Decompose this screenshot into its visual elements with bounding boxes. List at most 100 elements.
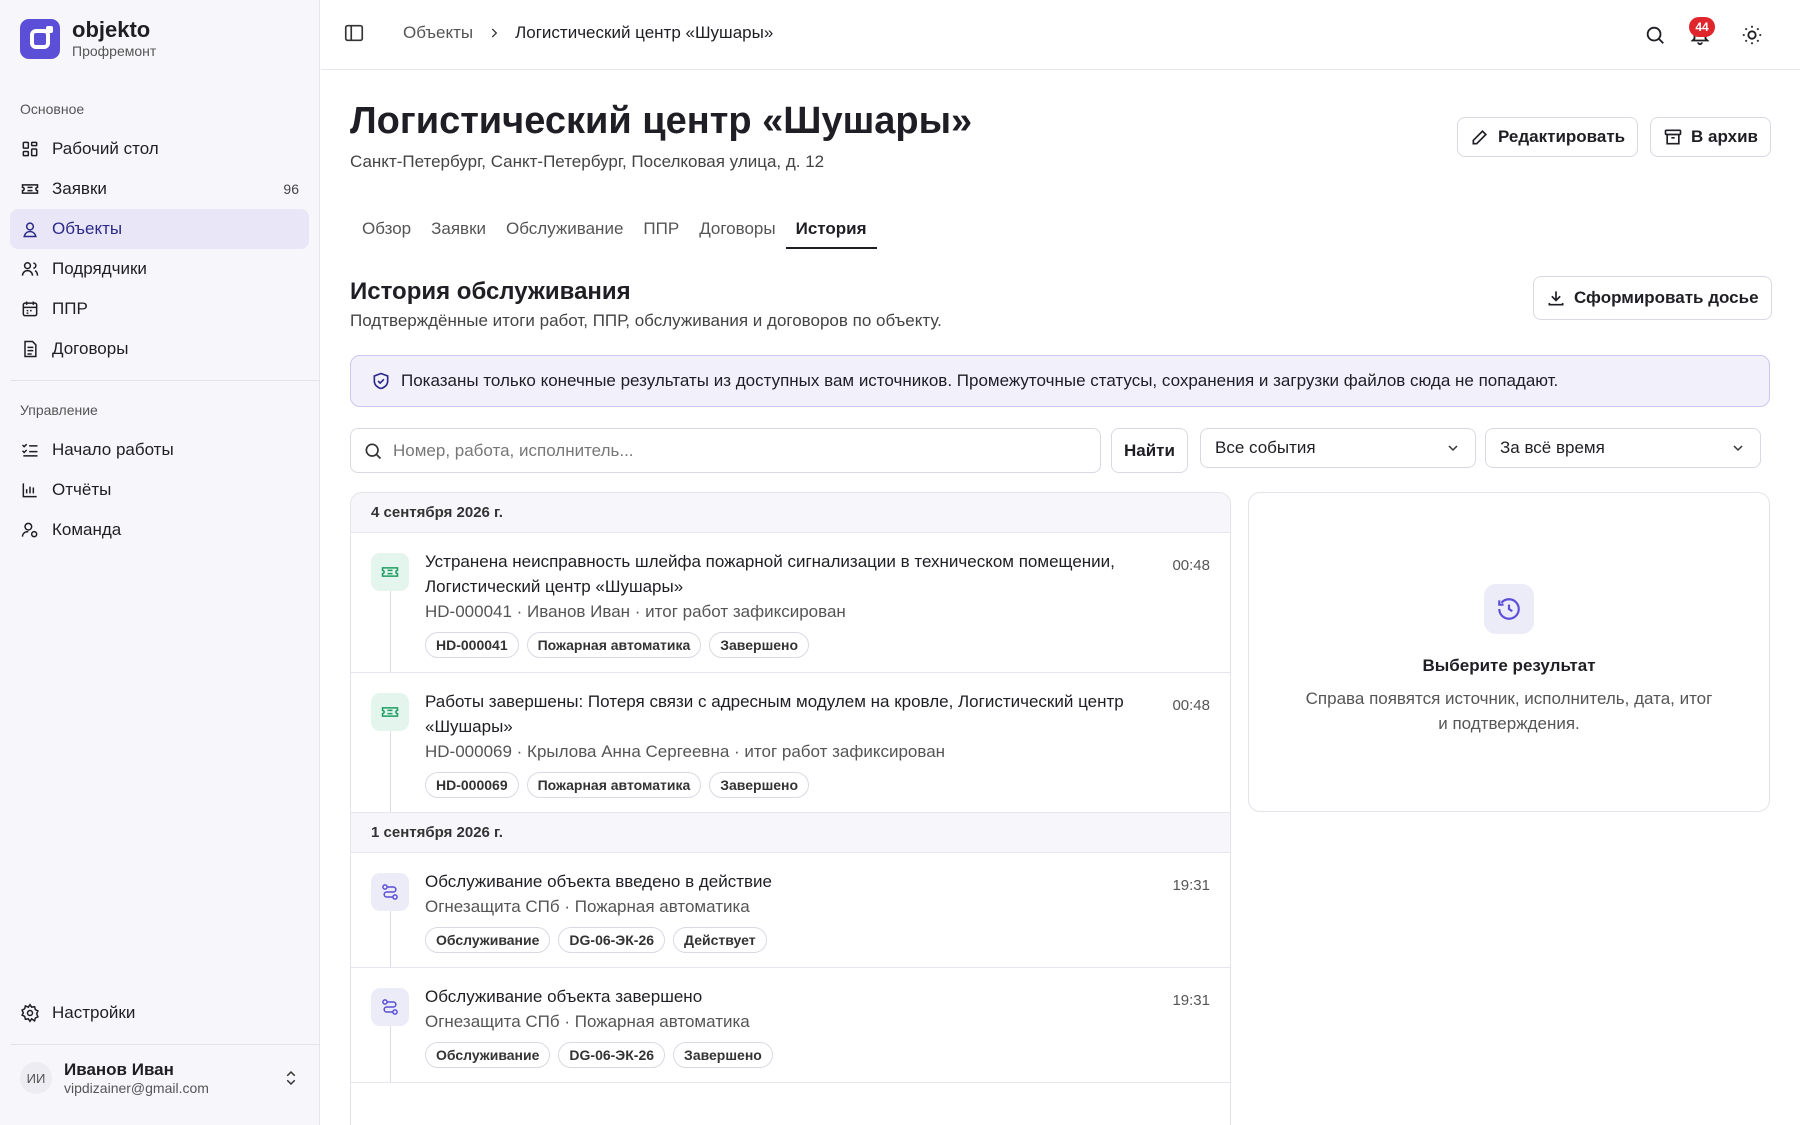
search-input[interactable] [393,440,1073,461]
archive-button-label: В архив [1691,127,1758,146]
ticket-icon [371,693,409,731]
item-time: 19:31 [1172,877,1210,894]
dossier-button[interactable]: Сформировать досье [1533,276,1772,320]
timeline-line [390,1026,391,1082]
document-icon [24,340,37,358]
sidebar-item-label: Рабочий стол [52,139,159,158]
sidebar-item-3[interactable]: Команда [10,510,309,550]
timeline-line [390,911,391,967]
tag-chip: Обслуживание [425,927,551,953]
item-title: Обслуживание объекта завершено [425,987,703,1006]
tag-list: Обслуживание DG-06-ЭК-26 Действует [425,927,1210,953]
notice-text: Показаны только конечные результаты из д… [401,371,1559,390]
breadcrumb-current: Логистический центр «Шушары» [515,23,774,42]
chevron-updown-icon [286,1070,296,1086]
history-item[interactable]: Работы завершены: Потеря связи с адресны… [351,673,1230,813]
sidebar-item-label: Заявки [52,179,107,198]
sidebar-item-settings[interactable]: Настройки [10,993,309,1033]
item-time: 00:48 [1172,697,1210,714]
notification-badge: 44 [1689,17,1715,37]
sidebar-item-6[interactable]: Договоры [10,329,309,369]
nav-settings: Настройки [10,993,309,1033]
history-item[interactable]: Устранена неисправность шлейфа пожарной … [351,533,1230,673]
item-meta: Огнезащита СПб · Пожарная автоматика [425,1012,750,1031]
download-icon [1548,291,1564,306]
item-time: 19:31 [1172,992,1210,1009]
history-item[interactable]: Обслуживание объекта завершено 19:31 Огнез… [351,968,1230,1083]
tab-3[interactable]: Обслуживание [496,213,633,245]
tab-6[interactable]: История [785,213,877,249]
sidebar-item-3[interactable]: Объекты [10,209,309,249]
edit-button[interactable]: Редактировать [1457,117,1639,157]
shield-check-icon [373,372,389,390]
timeline-line [390,731,391,812]
user-menu[interactable]: ИИ Иванов Иван vipdizainer@gmail.com [20,1060,300,1096]
avatar: ИИ [20,1062,52,1094]
sidebar-item-1[interactable]: Начало работы [10,430,309,470]
tabs: Обзор Заявки Обслуживание ППР Договоры Истори… [352,213,877,249]
tab-4[interactable]: ППР [633,213,689,245]
history-item[interactable]: Обслуживание объекта введено в действие 1… [351,853,1230,968]
item-title: Работы завершены: Потеря связи с адресны… [425,692,1124,736]
event-filter-select[interactable]: Все события [1200,428,1476,468]
tab-2[interactable]: Заявки [421,213,496,245]
tag-chip: DG-06-ЭК-26 [558,927,666,953]
section-subtitle: Подтверждённые итоги работ, ППР, обслужи… [350,311,942,330]
ticket-icon [371,553,409,591]
sidebar-item-1[interactable]: Рабочий стол [10,129,309,169]
sidebar-divider [10,1044,320,1045]
brand-name: objekto [72,17,151,42]
section-title: История обслуживания [350,278,631,305]
page-title: Логистический центр «Шушары» [350,100,973,142]
tag-chip: DG-06-ЭК-26 [558,1042,666,1068]
section-label-manage: Управление [20,402,98,418]
search-icon[interactable] [1644,24,1666,46]
history-list: 4 сентября 2026 г. Устранена неисправност… [350,492,1231,1125]
checklist-icon [21,443,38,457]
tag-chip: HD-000069 [425,772,519,798]
date-group-header: 4 сентября 2026 г. [351,493,1230,533]
section-label-main: Основное [20,101,85,117]
tab-5[interactable]: Договоры [689,213,785,245]
find-button[interactable]: Найти [1111,428,1188,473]
archive-icon [1664,129,1682,145]
sidebar-item-label: Подрядчики [52,259,147,278]
dossier-button-label: Сформировать досье [1574,288,1759,307]
item-title: Обслуживание объекта введено в действие [425,872,772,891]
item-time: 00:48 [1172,557,1210,574]
search-box[interactable] [350,428,1101,473]
item-meta: Огнезащита СПб · Пожарная автоматика [425,897,750,916]
brand-subtitle: Профремонт [72,43,157,59]
sidebar-item-2[interactable]: Отчёты [10,470,309,510]
sidebar-item-label: Объекты [52,219,123,238]
object-address: Санкт-Петербург, Санкт-Петербург, Поселк… [350,152,825,171]
tag-chip: Действует [673,927,767,953]
chevron-down-icon [1448,445,1458,452]
sun-icon[interactable] [1741,24,1763,46]
panel-text: Справа появятся источник, исполнитель, д… [1305,689,1713,733]
edit-button-label: Редактировать [1498,127,1626,146]
tag-list: Обслуживание DG-06-ЭК-26 Завершено [425,1042,1210,1068]
dashboard-icon [22,141,38,157]
route-icon [371,988,409,1026]
sidebar-item-4[interactable]: Подрядчики [10,249,309,289]
tab-1[interactable]: Обзор [352,213,421,245]
logo-icon [20,19,60,59]
sidebar-item-5[interactable]: ППР [10,289,309,329]
tag-chip: Завершено [709,632,810,658]
sidebar-item-label: Настройки [52,1003,136,1022]
archive-button[interactable]: В архив [1650,117,1771,157]
topbar: Объекты Логистический центр «Шушары» [321,0,1800,70]
brand[interactable]: objekto Профремонт [20,18,156,60]
period-filter-select[interactable]: За всё время [1485,428,1761,468]
search-icon [365,443,382,459]
item-meta: HD-000041 · Иванов Иван · итог работ заф… [425,602,846,621]
sidebar-toggle-icon[interactable] [343,22,365,44]
user-name: Иванов Иван [64,1060,174,1079]
sidebar-item-2[interactable]: Заявки 96 [10,169,309,209]
breadcrumb-item[interactable]: Объекты [403,23,473,43]
info-notice: Показаны только конечные результаты из д… [350,355,1770,407]
event-filter-value: Все события [1215,438,1316,457]
history-icon [1484,584,1534,634]
chevron-right-icon [491,28,498,38]
